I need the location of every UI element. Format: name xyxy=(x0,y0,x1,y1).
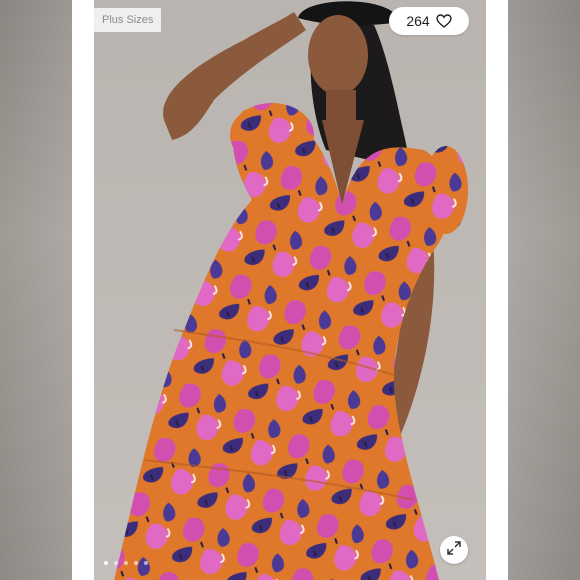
pagination-dot[interactable] xyxy=(114,561,118,565)
like-count: 264 xyxy=(406,13,430,29)
expand-button[interactable] xyxy=(440,536,468,564)
pagination-dot[interactable] xyxy=(134,561,138,565)
heart-outline-icon xyxy=(435,14,452,28)
plus-sizes-badge: Plus Sizes xyxy=(94,8,162,32)
product-photo xyxy=(94,0,486,580)
pagination-dot[interactable] xyxy=(124,561,128,565)
expand-arrows-icon xyxy=(446,540,462,561)
image-viewer: Plus Sizes 264 xyxy=(0,0,580,580)
right-blur-panel xyxy=(508,0,580,580)
pagination-dot[interactable] xyxy=(104,561,108,565)
gallery-pagination xyxy=(104,561,148,565)
like-button[interactable]: 264 xyxy=(389,7,469,35)
pagination-dot[interactable] xyxy=(144,561,148,565)
left-blur-panel xyxy=(0,0,72,580)
